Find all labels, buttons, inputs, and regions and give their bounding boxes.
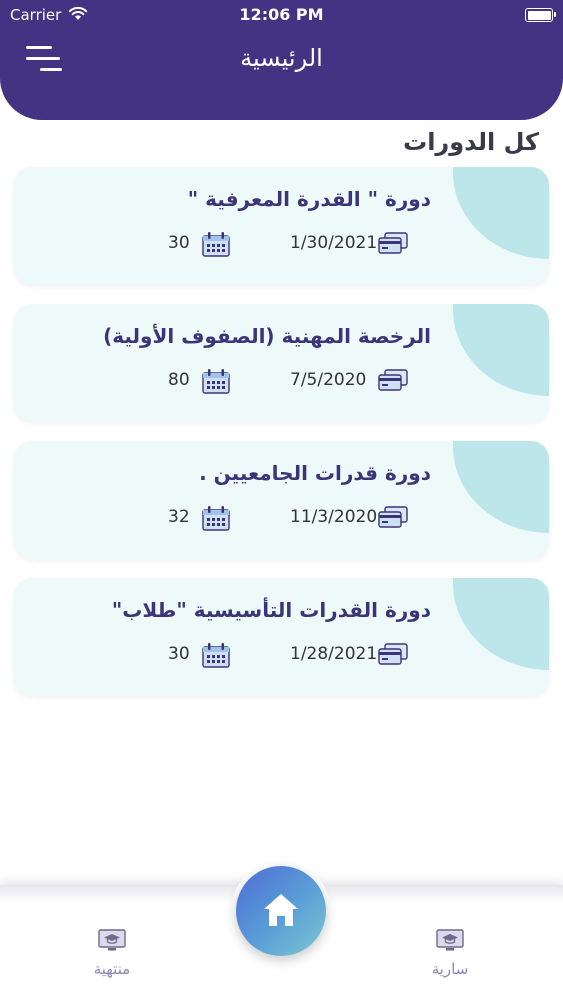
battery-icon xyxy=(525,8,556,22)
course-card[interactable]: دورة قدرات الجامعيين . 11/3/2020 32 xyxy=(14,441,549,559)
course-count: 30 xyxy=(168,233,190,253)
nav-item-active[interactable]: سارية xyxy=(410,928,490,978)
nav-label-active: سارية xyxy=(431,960,469,978)
status-time: 12:06 PM xyxy=(239,5,324,24)
status-bar: Carrier 12:06 PM xyxy=(0,0,563,30)
credit-card-icon xyxy=(378,643,408,665)
course-title: دورة قدرات الجامعيين . xyxy=(199,461,431,485)
calendar-icon xyxy=(202,643,230,668)
page-title: الرئيسية xyxy=(240,44,323,72)
calendar-icon xyxy=(202,232,230,257)
nav-item-ended[interactable]: منتهية xyxy=(72,928,152,978)
course-title: دورة القدرات التأسيسية "طلاب" xyxy=(111,598,431,622)
course-count: 32 xyxy=(168,507,190,527)
home-icon xyxy=(264,894,298,926)
credit-card-icon xyxy=(378,369,408,391)
home-button[interactable] xyxy=(236,866,326,956)
course-card[interactable]: دورة القدرات التأسيسية "طلاب" 1/28/2021 … xyxy=(14,578,549,696)
card-decoration xyxy=(453,304,549,396)
section-title: كل الدورات xyxy=(403,128,539,156)
card-decoration xyxy=(453,167,549,259)
course-count: 80 xyxy=(168,370,190,390)
calendar-icon xyxy=(202,369,230,394)
card-decoration xyxy=(453,441,549,533)
course-date: 7/5/2020 xyxy=(290,370,367,390)
graduation-screen-icon xyxy=(436,929,464,951)
credit-card-icon xyxy=(378,232,408,254)
graduation-screen-icon xyxy=(98,929,126,951)
course-date: 1/30/2021 xyxy=(290,233,378,253)
calendar-icon xyxy=(202,506,230,531)
credit-card-icon xyxy=(378,506,408,528)
nav-label-ended: منتهية xyxy=(93,960,131,978)
app-header: الرئيسية xyxy=(0,30,563,120)
course-title: الرخصة المهنية (الصفوف الأولية) xyxy=(103,324,431,348)
course-date: 11/3/2020 xyxy=(290,507,378,527)
course-date: 1/28/2021 xyxy=(290,644,378,664)
course-card[interactable]: دورة " القدرة المعرفية " 1/30/2021 30 xyxy=(14,167,549,285)
card-decoration xyxy=(453,578,549,670)
course-card[interactable]: الرخصة المهنية (الصفوف الأولية) 7/5/2020… xyxy=(14,304,549,422)
course-count: 30 xyxy=(168,644,190,664)
course-title: دورة " القدرة المعرفية " xyxy=(187,187,431,211)
